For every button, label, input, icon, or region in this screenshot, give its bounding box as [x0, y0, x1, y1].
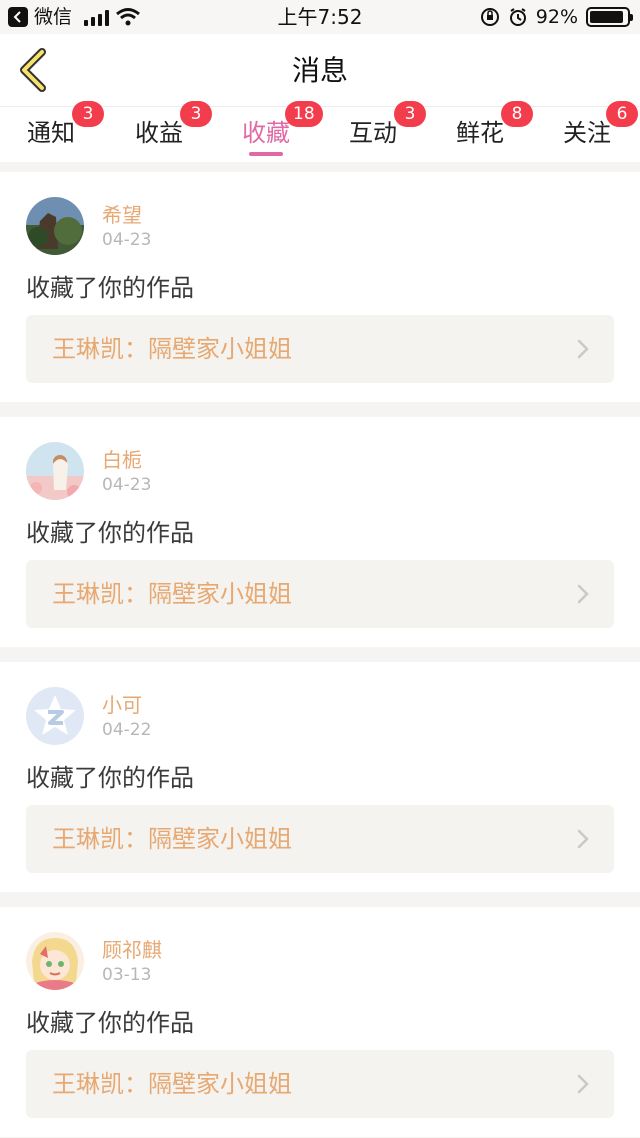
work-title: 王琳凯：隔壁家小姐姐 — [52, 1070, 292, 1098]
chevron-right-icon — [577, 1074, 589, 1094]
work-link[interactable]: 王琳凯：隔壁家小姐姐 — [26, 1050, 614, 1118]
tab-earnings[interactable]: 收益 3 — [114, 101, 212, 163]
action-text: 收藏了你的作品 — [26, 764, 194, 792]
work-title: 王琳凯：隔壁家小姐姐 — [52, 335, 292, 363]
alarm-icon — [509, 8, 526, 26]
action-text: 收藏了你的作品 — [26, 519, 194, 547]
page-title: 消息 — [291, 54, 348, 87]
list-item[interactable]: 白栀 04-23 收藏了你的作品 王琳凯：隔壁家小姐姐 — [0, 417, 640, 647]
username[interactable]: 白栀 — [102, 448, 142, 472]
avatar[interactable] — [26, 442, 84, 500]
default-star-avatar-icon — [26, 687, 84, 745]
battery-percent: 92% — [535, 6, 578, 28]
tab-bar: 通知 3 收益 3 收藏 18 互动 3 鲜花 8 关注 6 — [0, 101, 640, 163]
username[interactable]: 希望 — [102, 203, 142, 227]
tab-badge: 3 — [72, 101, 104, 127]
timestamp: 04-23 — [102, 230, 152, 250]
username[interactable]: 顾祁麒 — [102, 938, 162, 962]
work-title: 王琳凯：隔壁家小姐姐 — [52, 580, 292, 608]
tab-favorites[interactable]: 收藏 18 — [221, 101, 323, 163]
avatar[interactable] — [26, 932, 84, 990]
chevron-right-icon — [577, 584, 589, 604]
tab-follows[interactable]: 关注 6 — [542, 101, 638, 163]
tab-interactions[interactable]: 互动 3 — [328, 101, 426, 163]
chevron-right-icon — [577, 339, 589, 359]
tab-badge: 6 — [606, 101, 638, 127]
landscape-avatar-icon — [26, 197, 84, 255]
tab-notifications[interactable]: 通知 3 — [6, 101, 104, 163]
avatar[interactable] — [26, 197, 84, 255]
tab-badge: 18 — [285, 101, 323, 127]
work-link[interactable]: 王琳凯：隔壁家小姐姐 — [26, 560, 614, 628]
username[interactable]: 小可 — [102, 693, 142, 717]
battery-icon — [586, 7, 633, 27]
work-link[interactable]: 王琳凯：隔壁家小姐姐 — [26, 805, 614, 873]
status-bar: 微信 上午7:52 92% — [0, 0, 640, 34]
girl-photo-avatar-icon — [26, 442, 84, 500]
chevron-right-icon — [577, 829, 589, 849]
tab-badge: 3 — [394, 101, 426, 127]
work-title: 王琳凯：隔壁家小姐姐 — [52, 825, 292, 853]
list-item[interactable]: 希望 04-23 收藏了你的作品 王琳凯：隔壁家小姐姐 — [0, 172, 640, 402]
status-right: 92% — [480, 5, 633, 29]
rotation-lock-icon — [480, 8, 499, 26]
tab-flowers[interactable]: 鲜花 8 — [435, 101, 533, 163]
list-item[interactable]: 小可 04-22 收藏了你的作品 王琳凯：隔壁家小姐姐 — [0, 662, 640, 892]
timestamp: 03-13 — [102, 965, 152, 985]
nav-header: 消息 — [0, 34, 640, 106]
tab-badge: 3 — [180, 101, 212, 127]
action-text: 收藏了你的作品 — [26, 274, 194, 302]
work-link[interactable]: 王琳凯：隔壁家小姐姐 — [26, 315, 614, 383]
timestamp: 04-22 — [102, 720, 152, 740]
anime-girl-avatar-icon — [26, 932, 84, 990]
action-text: 收藏了你的作品 — [26, 1009, 194, 1037]
active-tab-indicator — [249, 152, 283, 156]
tab-badge: 8 — [501, 101, 533, 127]
list-item[interactable]: 顾祁麒 03-13 收藏了你的作品 王琳凯：隔壁家小姐姐 — [0, 907, 640, 1137]
avatar[interactable] — [26, 687, 84, 745]
timestamp: 04-23 — [102, 475, 152, 495]
